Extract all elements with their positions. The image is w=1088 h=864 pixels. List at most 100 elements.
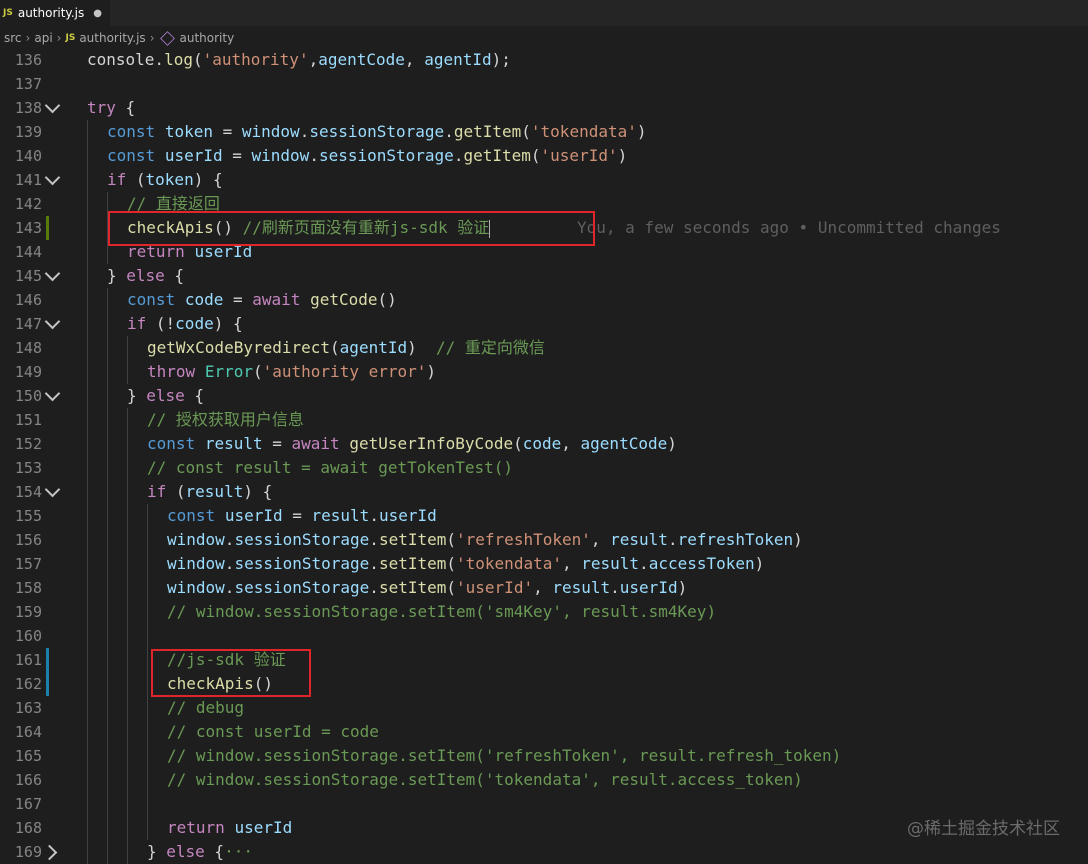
code-token: result (311, 506, 370, 525)
tab-authority-js[interactable]: JS authority.js ● (0, 0, 110, 26)
code-token: token (145, 170, 194, 189)
code-token: ) (426, 362, 437, 381)
fold-chevron-down-icon[interactable] (44, 97, 61, 114)
code-line[interactable]: 139 const token = window.sessionStorage.g… (0, 120, 1088, 144)
code-line[interactable]: 145} else { (0, 264, 1088, 288)
code-editor[interactable]: 136 console.log('authority',agentCode, ag… (0, 48, 1088, 864)
modified-dot-icon[interactable]: ● (93, 8, 102, 19)
line-number: 146 (14, 291, 42, 309)
code-token: window (167, 578, 225, 597)
fold-chevron-down-icon[interactable] (44, 169, 61, 186)
code-line[interactable]: 146 const code = await getCode() (0, 288, 1088, 312)
indent-guide (107, 456, 108, 480)
code-token: ) (617, 146, 628, 165)
breadcrumb-api[interactable]: api (34, 31, 52, 45)
code-token: (! (146, 314, 176, 333)
code-line[interactable]: 163 // debug (0, 696, 1088, 720)
line-number: 151 (14, 411, 42, 429)
indent-guide (107, 528, 108, 552)
code-text: // 授权获取用户信息 (147, 408, 304, 432)
code-line[interactable]: 137 (0, 72, 1088, 96)
git-change-marker[interactable] (46, 672, 49, 696)
code-line[interactable]: 169} else {··· (0, 840, 1088, 864)
code-line[interactable]: 149 throw Error('authority error') (0, 360, 1088, 384)
code-line[interactable]: 147 if (!code) { (0, 312, 1088, 336)
breadcrumb: src › api › JS authority.js › authority (0, 26, 1088, 50)
code-token: , (308, 50, 319, 69)
line-number: 139 (14, 123, 42, 141)
code-line[interactable]: 138 try { (0, 96, 1088, 120)
code-token: // debug (167, 698, 245, 717)
indent-guide (107, 336, 108, 360)
breadcrumb-symbol[interactable]: authority (180, 31, 235, 45)
indent-guide (127, 336, 128, 360)
code-line[interactable]: 136 console.log('authority',agentCode, ag… (0, 48, 1088, 72)
line-number: 160 (14, 627, 42, 645)
code-token: 'tokendata' (530, 122, 637, 141)
line-number: 147 (14, 315, 42, 333)
code-line[interactable]: 150} else { (0, 384, 1088, 408)
line-number: 149 (14, 363, 42, 381)
code-token: { (184, 386, 205, 405)
indent-guide (127, 768, 128, 792)
git-change-marker[interactable] (46, 216, 49, 240)
indent-guide (147, 696, 148, 720)
code-text: const code = await getCode() (127, 288, 397, 312)
code-text: } else { (127, 384, 204, 408)
indent-guide (147, 552, 148, 576)
chevron-right-icon: › (56, 31, 62, 45)
indent-guide (127, 816, 128, 840)
line-number: 156 (14, 531, 42, 549)
code-token: . (299, 122, 310, 141)
code-line[interactable]: 148 getWxCodeByredirect(agentId) // 重定向微信 (0, 336, 1088, 360)
code-token: else (146, 386, 185, 405)
code-token: ( (446, 554, 457, 573)
code-line[interactable]: 158 window.sessionStorage.setItem('userId… (0, 576, 1088, 600)
code-token: ( (166, 482, 186, 501)
code-line[interactable]: 151 // 授权获取用户信息 (0, 408, 1088, 432)
code-line[interactable]: 152 const result = await getUserInfoByCod… (0, 432, 1088, 456)
line-number: 158 (14, 579, 42, 597)
fold-chevron-down-icon[interactable] (44, 385, 61, 402)
code-line[interactable]: 153 // const result = await getTokenTest(… (0, 456, 1088, 480)
indent-guide (127, 648, 128, 672)
code-token: { (204, 842, 225, 861)
git-change-marker[interactable] (46, 648, 49, 672)
code-line[interactable]: 156 window.sessionStorage.setItem('refres… (0, 528, 1088, 552)
code-token: ) { (213, 314, 243, 333)
code-token: ( (521, 122, 531, 141)
code-line[interactable]: 157 window.sessionStorage.setItem('tokend… (0, 552, 1088, 576)
code-line[interactable]: 167 (0, 792, 1088, 816)
code-token: sessionStorage (234, 530, 370, 549)
indent-guide (87, 408, 88, 432)
code-text: try { (87, 96, 135, 120)
code-line[interactable]: 141 if (token) { (0, 168, 1088, 192)
code-token: code (522, 434, 562, 453)
code-token: window (241, 122, 300, 141)
indent-guide (107, 744, 108, 768)
indent-guide (147, 576, 148, 600)
breadcrumb-src[interactable]: src (4, 31, 22, 45)
code-token: ) { (193, 170, 223, 189)
code-text: const userId = result.userId (167, 504, 437, 528)
code-line[interactable]: 140 const userId = window.sessionStorage.… (0, 144, 1088, 168)
fold-chevron-down-icon[interactable] (44, 265, 61, 282)
code-text: // window.sessionStorage.setItem('refres… (167, 744, 841, 768)
fold-chevron-down-icon[interactable] (44, 481, 61, 498)
watermark: @稀土掘金技术社区 (907, 819, 1060, 839)
code-line[interactable]: 166 // window.sessionStorage.setItem('tok… (0, 768, 1088, 792)
code-token: } (127, 386, 147, 405)
code-line[interactable]: 160 (0, 624, 1088, 648)
code-line[interactable]: 154 if (result) { (0, 480, 1088, 504)
code-line[interactable]: 155 const userId = result.userId (0, 504, 1088, 528)
fold-chevron-right-icon[interactable] (41, 844, 58, 861)
code-line[interactable]: 159 // window.sessionStorage.setItem('sm4… (0, 600, 1088, 624)
code-line[interactable]: 164 // const userId = code (0, 720, 1088, 744)
code-line[interactable]: 165 // window.sessionStorage.setItem('ref… (0, 744, 1088, 768)
breadcrumb-file[interactable]: authority.js (79, 31, 145, 45)
code-token: . (224, 554, 235, 573)
fold-chevron-down-icon[interactable] (44, 313, 61, 330)
